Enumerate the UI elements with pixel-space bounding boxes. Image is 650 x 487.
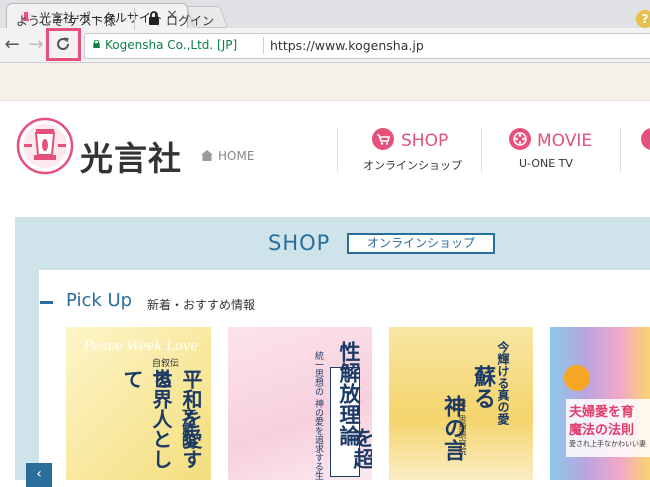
nav-shop-sublabel: オンラインショップ <box>363 159 462 172</box>
nav-movie-sublabel: U-ONE TV <box>519 157 573 170</box>
lock-icon <box>93 40 100 48</box>
reload-highlight-box <box>46 28 81 61</box>
book-title: 蘇る <box>470 365 496 409</box>
pickup-subtitle: 新着・おすすめ情報 <box>147 298 256 312</box>
book-caption: 統一思想研究院 <box>458 399 467 455</box>
sun-icon <box>564 365 590 391</box>
forward-arrow-icon[interactable]: → <box>25 34 47 56</box>
book-author: 文鮮明 <box>180 407 196 449</box>
nav-movie-label: MOVIE <box>537 131 593 151</box>
film-reel-icon <box>509 128 531 150</box>
url-text[interactable]: https://www.kogensha.jp <box>270 38 424 53</box>
book-title: を超 <box>351 427 372 469</box>
shop-badge[interactable]: オンラインショップ <box>347 233 495 254</box>
shop-title: SHOP <box>268 231 331 255</box>
utility-divider <box>134 8 135 30</box>
book-top-text: Peace Week Love <box>84 339 198 354</box>
home-link[interactable]: HOME <box>218 149 254 163</box>
book-title: 夫婦愛を育 <box>569 405 635 420</box>
carousel-prev-button[interactable]: ‹ <box>26 463 52 487</box>
book-cover[interactable]: 今輝ける真の愛 蘇る 神の言 統一思想研究院 <box>389 327 533 480</box>
book-caption: 統一思想の 神の愛を追求する生 <box>313 351 323 480</box>
nav-shop-label: SHOP <box>401 131 449 151</box>
book-cover[interactable]: 性解放理論 を超 統一思想の 神の愛を追求する生 <box>228 327 372 480</box>
site-identity: Kogensha Co.,Ltd. [JP] <box>105 38 238 52</box>
lamp-logo-icon <box>16 117 74 175</box>
padlock-icon <box>149 11 159 25</box>
nav-shop[interactable]: SHOP オンラインショップ <box>363 128 462 174</box>
pickup-marker <box>40 301 53 304</box>
cart-icon <box>372 128 394 150</box>
nav-movie[interactable]: MOVIE U-ONE TV <box>509 128 599 174</box>
nav-divider <box>337 128 338 172</box>
nav-divider <box>481 128 482 172</box>
book-caption: 愛され上手なかわいい妻 <box>569 440 646 448</box>
site-utility-bar <box>0 63 650 101</box>
login-link[interactable]: ログイン <box>166 12 214 29</box>
pickup-title: Pick Up <box>66 290 133 311</box>
book-title: 魔法の法則 <box>569 423 635 438</box>
book-series: 自叙伝 <box>152 359 180 369</box>
address-bar[interactable]: Kogensha Co.,Ltd. [JP] https://www.kogen… <box>84 33 650 59</box>
home-icon <box>201 150 213 161</box>
book-cover[interactable]: 夫婦愛を育 魔法の法則 愛され上手なかわいい妻 <box>550 327 650 480</box>
nav-next-icon[interactable] <box>641 128 650 150</box>
book-title: 世界人として <box>120 369 173 469</box>
back-arrow-icon[interactable]: ← <box>1 34 23 56</box>
address-separator <box>263 37 264 54</box>
site-logo-text[interactable]: 光言社 <box>80 132 182 180</box>
welcome-text: ようこそ ゲスト様 <box>16 14 116 28</box>
nav-divider <box>620 128 621 172</box>
book-cover[interactable]: Peace Week Love 自叙伝 平和を愛する 世界人として 文鮮明 <box>66 327 211 480</box>
help-icon[interactable]: ? <box>636 10 650 28</box>
